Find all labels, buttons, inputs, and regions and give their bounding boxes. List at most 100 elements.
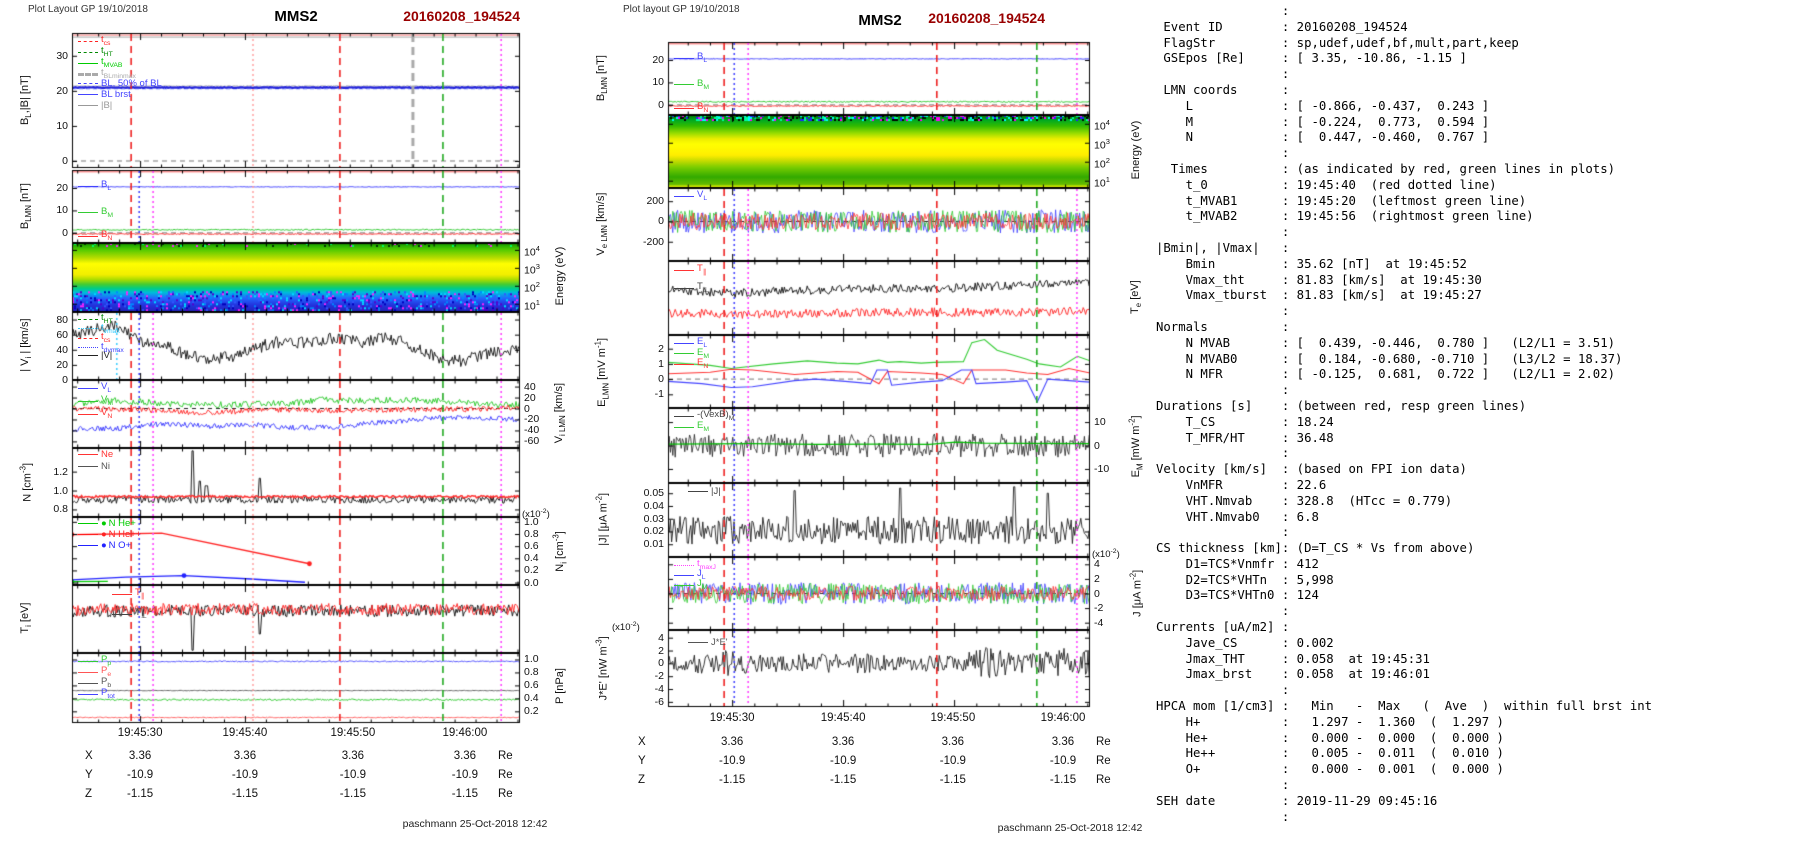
ephemeris-value: 3.36 [1051,736,1075,748]
legend-entry: BM [674,78,709,92]
info-line: O+ : 0.000 - 0.001 ( 0.000 ) [1156,762,1504,777]
ephemeris-value: 3.36 [233,750,257,762]
y-tick-label: 200 [646,195,664,208]
info-line: Durations [s] : (between red, resp green… [1156,398,1527,413]
ephemeris-value: -10.9 [339,769,366,781]
info-line: HPCA mom [1/cm3] : Min - Max ( Ave ) wit… [1156,699,1653,714]
legend-entry: T∥ [674,264,706,277]
y-tick-label: 0 [62,154,68,167]
legend-entry: JM [674,579,707,592]
legend-entry: VM [78,395,113,408]
y-tick-label: 0 [658,215,664,228]
info-line: : [1156,809,1290,824]
info-line: Vmax_tht : 81.83 [km/s] at 19:45:30 [1156,272,1482,287]
ephemeris-value: -1.15 [451,788,478,800]
legend-entry: VL [674,190,707,203]
legend-entry: Ne [78,450,113,459]
y-tick-label: 1.2 [53,465,68,478]
info-line: VHT.Nmvab : 328.8 (HTcc = 0.779) [1156,493,1453,508]
axis-label: Ti [eV] [18,602,34,634]
info-line: GSEpos [Re] : [ 3.35, -10.86, -1.15 ] [1156,51,1467,66]
info-line: He+ : 0.000 - 0.000 ( 0.000 ) [1156,730,1504,745]
x-tick-label: 19:46:00 [1040,712,1086,724]
info-line: Currents [uA/m2] : [1156,620,1290,635]
info-line: : [1156,604,1290,619]
y-tick-label: 40 [56,343,68,356]
info-line: : [1156,225,1290,240]
legend-entry: BM [78,206,113,220]
y-tick-label: 0 [658,98,664,111]
axis-scale-note: (x10-2) [522,508,550,521]
legend-entry: BL brst [78,90,131,99]
ephemeris-value: 3.36 [341,750,365,762]
ephemeris-row-label: Y [638,755,646,767]
info-line: He++ : 0.005 - 0.011 ( 0.010 ) [1156,746,1504,761]
y-tick-label: 20 [56,84,68,97]
info-line: FlagStr : sp,udef,udef,bf,mult,part,keep [1156,35,1519,50]
legend-entry: BL, 50% of BL [78,79,162,88]
legend-entry: Ptot [78,688,115,701]
axis-label: | Vi | [km/s] [18,318,34,372]
ephemeris-value: -10.9 [231,769,259,781]
legend-entry: ● N He++ [78,530,141,539]
ephemeris-unit: Re [1096,755,1111,767]
legend-entry: |V| [78,351,112,360]
ephemeris-row-label: X [85,750,93,762]
info-line: Times : (as indicated by red, green line… [1156,161,1616,176]
info-panel: : Event ID : 20160208_194524 FlagStr : s… [1156,4,1652,825]
y-tick-label: 0.05 [643,487,664,500]
info-line: LMN coords : [1156,82,1290,97]
info-line: : [1156,304,1290,319]
info-line: N MFR : [ -0.125, 0.681, 0.722 ] (L2/L1 … [1156,367,1616,382]
y-tick-label: 10 [652,76,664,89]
y-tick-label: 10 [56,204,68,217]
x-tick-label: 19:45:40 [222,727,268,739]
info-line: Velocity [km/s] : (based on FPI ion data… [1156,462,1467,477]
info-line: : [1156,778,1290,793]
y-tick-label: 0 [62,374,68,386]
y-tick-label: 4 [658,631,664,644]
info-line: t_0 : 19:45:40 (red dotted line) [1156,177,1497,192]
legend-entry: Ni [78,462,110,471]
y-tick-label: 0.04 [643,499,664,512]
axis-label: N [cm-3] [18,462,34,502]
legend-entry: T∥ [112,588,144,601]
y-tick-label: 0.03 [643,512,664,525]
ephemeris-value: -10.9 [451,769,478,781]
legend-entry: |B| [78,101,112,110]
y-tick-label: 20 [56,181,68,194]
y-tick-label: 0.01 [643,538,664,551]
info-line: Jmax_brst : 0.058 at 19:46:01 [1156,667,1430,682]
info-line: Jave_CS : 0.002 [1156,635,1334,650]
info-line: T_MFR/HT : 36.48 [1156,430,1334,445]
info-line: Event ID : 20160208_194524 [1156,19,1408,34]
y-tick-label: 0 [62,226,68,239]
legend-entry: VN [78,408,112,421]
legend-entry: J*E' [688,638,728,647]
axis-label: Energy (eV) [554,246,566,305]
y-tick-label: 0.02 [643,525,664,538]
legend-entry: ● N O+ [78,541,131,550]
x-tick-label: 19:46:00 [442,727,488,739]
info-line: : [1156,67,1290,82]
info-line: : [1156,446,1290,461]
ephemeris-value: -1.15 [126,788,154,800]
ephemeris-value: -1.15 [719,774,746,786]
info-line: D2=TCS*VHTn : 5,998 [1156,572,1334,587]
x-tick-label: 19:45:30 [709,712,755,724]
y-tick-label: 60 [56,328,68,341]
legend-entry: EM [674,421,709,434]
x-tick-label: 19:45:30 [117,727,163,739]
ephemeris-unit: Re [498,769,513,781]
axis-label: Energy (eV) [1130,120,1142,179]
axis-label: BLMN [nT] [18,182,34,229]
screenshot-root: { "colors":{"event_id_red":"#990000","ma… [0,0,1804,841]
ephemeris-row-label: X [638,736,646,748]
y-tick-label: 20 [56,358,68,371]
ephemeris-value: 3.36 [831,736,855,748]
axis-scale-note: (x10-2) [1092,548,1120,561]
y-tick-label: -4 [654,683,664,696]
y-tick-label: 104 [1094,117,1110,133]
y-tick-label: -6 [654,695,664,708]
y-tick-label: 80 [56,313,68,326]
